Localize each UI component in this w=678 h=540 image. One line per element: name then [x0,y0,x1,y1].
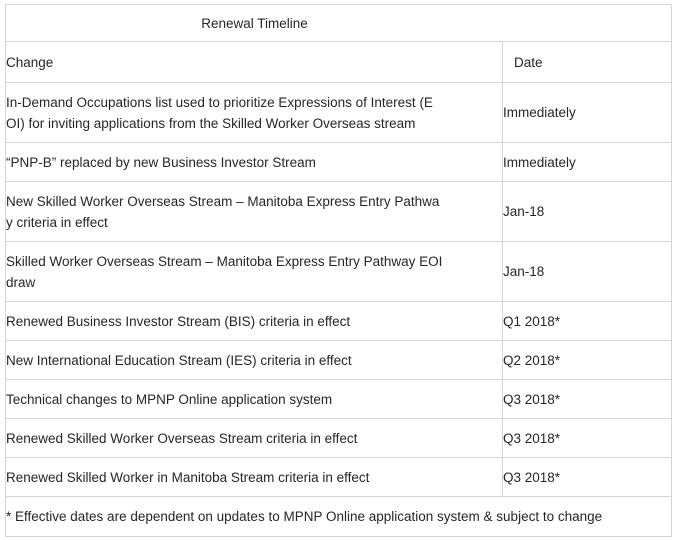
cell-change: Renewed Business Investor Stream (BIS) c… [5,301,503,341]
cell-date: Immediately [502,142,672,182]
table-row: Skilled Worker Overseas Stream – Manitob… [5,241,672,302]
table-row: Renewed Business Investor Stream (BIS) c… [5,301,672,341]
cell-change: “PNP-B” replaced by new Business Investo… [5,142,503,182]
cell-change-line: In-Demand Occupations list used to prior… [6,94,433,110]
cell-change-line: “PNP-B” replaced by new Business Investo… [6,154,316,170]
cell-change: Technical changes to MPNP Online applica… [5,379,503,419]
cell-change-line: Technical changes to MPNP Online applica… [6,391,333,407]
cell-date: Q3 2018* [502,418,672,458]
cell-change: New Skilled Worker Overseas Stream – Man… [5,181,503,242]
cell-change-line: Renewed Skilled Worker in Manitoba Strea… [6,469,370,485]
table-header-row: Change Date [5,41,672,83]
table-row: Technical changes to MPNP Online applica… [5,379,672,419]
cell-change: Renewed Skilled Worker Overseas Stream c… [5,418,503,458]
table-row: Renewed Skilled Worker Overseas Stream c… [5,418,672,458]
cell-date: Q3 2018* [502,379,672,419]
cell-date: Q1 2018* [502,301,672,341]
cell-change-line: draw [6,274,36,290]
cell-change: Skilled Worker Overseas Stream – Manitob… [5,241,503,302]
cell-change-line: y criteria in effect [6,214,108,230]
cell-change-line: Skilled Worker Overseas Stream – Manitob… [6,253,443,269]
table-title-cell: Renewal Timeline [5,4,672,42]
table-footnote: * Effective dates are dependent on updat… [5,496,672,537]
column-header-date: Date [502,41,672,83]
cell-change: New International Education Stream (IES)… [5,340,503,380]
cell-change-line: Renewed Business Investor Stream (BIS) c… [6,313,351,329]
cell-date: Jan-18 [502,181,672,242]
cell-change: Renewed Skilled Worker in Manitoba Strea… [5,457,503,497]
cell-change-line: New Skilled Worker Overseas Stream – Man… [6,193,440,209]
table-footnote-row: * Effective dates are dependent on updat… [5,496,672,537]
table-row: Renewed Skilled Worker in Manitoba Strea… [5,457,672,497]
table-row: New Skilled Worker Overseas Stream – Man… [5,181,672,242]
cell-date: Immediately [502,82,672,143]
table-row: In-Demand Occupations list used to prior… [5,82,672,143]
renewal-timeline-table: Renewal Timeline Change Date In-Demand O… [5,4,672,537]
renewal-timeline-table-container: Renewal Timeline Change Date In-Demand O… [5,4,672,537]
page-title: Renewal Timeline [201,15,308,31]
column-header-change: Change [5,41,503,83]
cell-change-line: Renewed Skilled Worker Overseas Stream c… [6,430,358,446]
cell-change-line: OI) for inviting applications from the S… [6,115,416,131]
cell-date: Jan-18 [502,241,672,302]
table-row: “PNP-B” replaced by new Business Investo… [5,142,672,182]
cell-change: In-Demand Occupations list used to prior… [5,82,503,143]
cell-date: Q2 2018* [502,340,672,380]
cell-change-line: New International Education Stream (IES)… [6,352,352,368]
table-title-row: Renewal Timeline [5,4,672,42]
table-row: New International Education Stream (IES)… [5,340,672,380]
cell-date: Q3 2018* [502,457,672,497]
